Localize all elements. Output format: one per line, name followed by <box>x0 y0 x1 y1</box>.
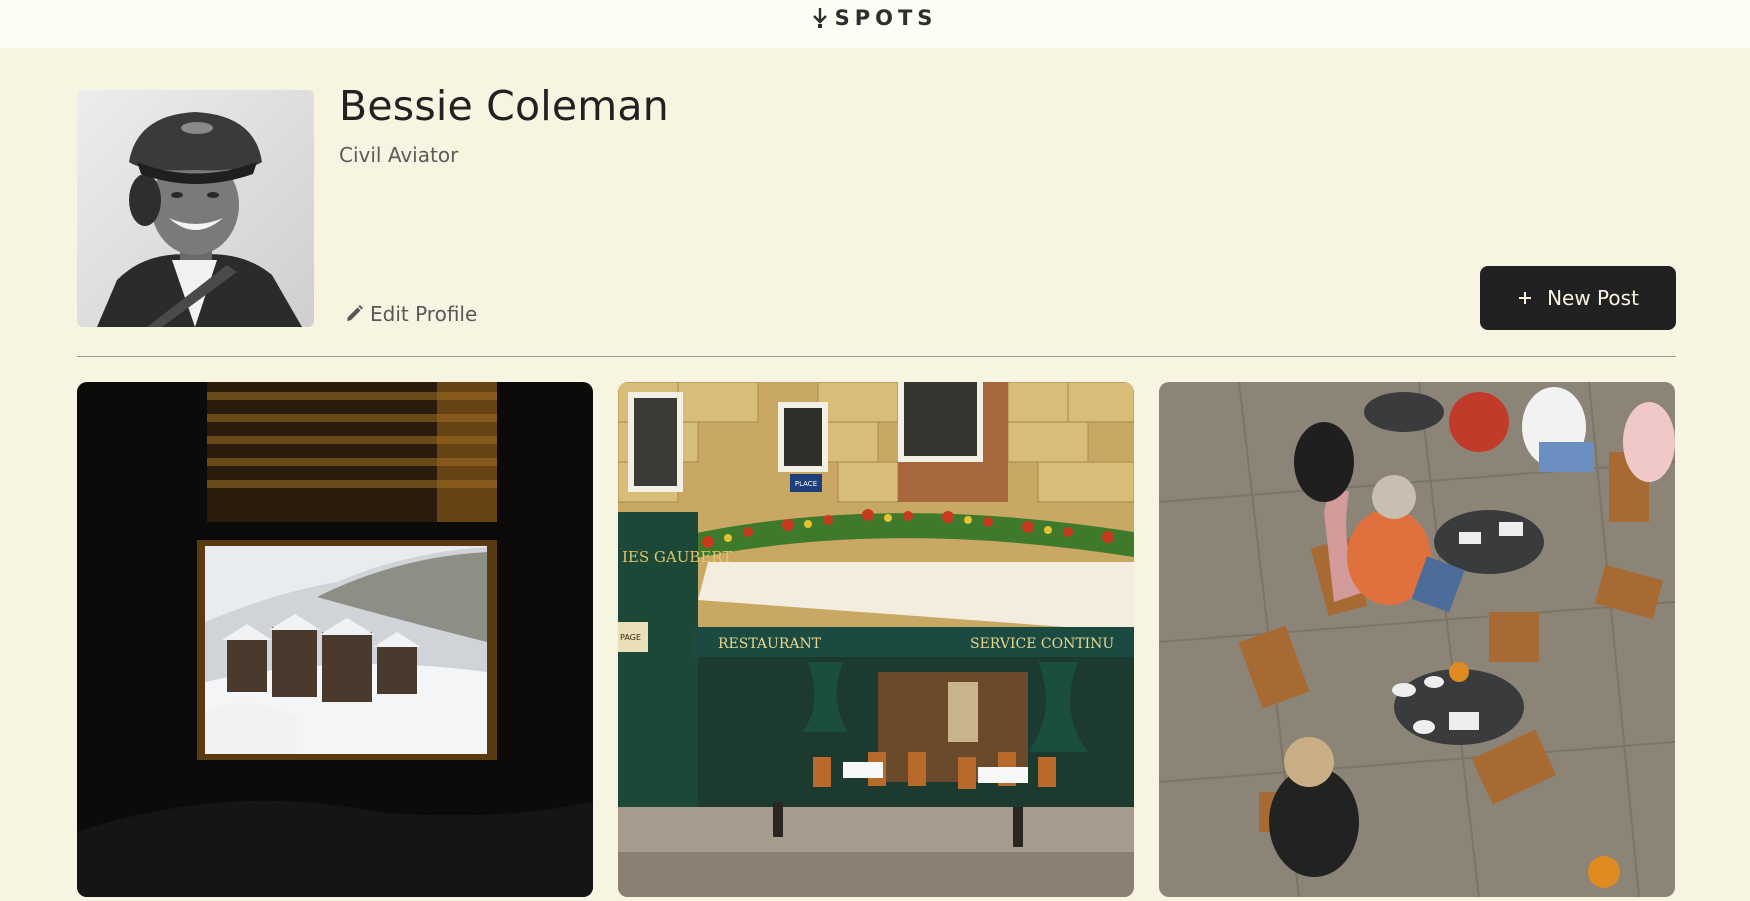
logo-text: SPOTS <box>834 6 938 30</box>
card-image-cafe-terrace[interactable] <box>1159 382 1675 897</box>
awning-right-text: SERVICE CONTINU <box>970 636 1114 652</box>
edit-profile-label: Edit Profile <box>370 302 478 326</box>
top-header: SPOTS <box>0 0 1750 48</box>
profile-name: Bessie Coleman <box>339 82 669 130</box>
spots-logo[interactable]: SPOTS <box>812 6 938 30</box>
menu-board-text: PAGE <box>620 633 641 642</box>
card-image-window-view[interactable] <box>77 382 593 897</box>
edit-profile-button[interactable]: Edit Profile <box>344 302 477 326</box>
street-plate-text: PLACE <box>795 480 817 488</box>
new-post-button[interactable]: New Post <box>1480 266 1676 330</box>
new-post-label: New Post <box>1547 286 1639 310</box>
pencil-icon <box>347 305 363 321</box>
awning-left-text: RESTAURANT <box>718 636 822 652</box>
profile-avatar <box>77 90 314 327</box>
plus-icon <box>1519 292 1532 304</box>
profile-description: Civil Aviator <box>339 143 459 167</box>
logo-icon <box>812 8 827 28</box>
card-image-restaurant[interactable]: PLACE IES GAUBERT PAGE RESTAURANT SERVIC… <box>618 382 1134 897</box>
section-divider <box>77 356 1676 357</box>
